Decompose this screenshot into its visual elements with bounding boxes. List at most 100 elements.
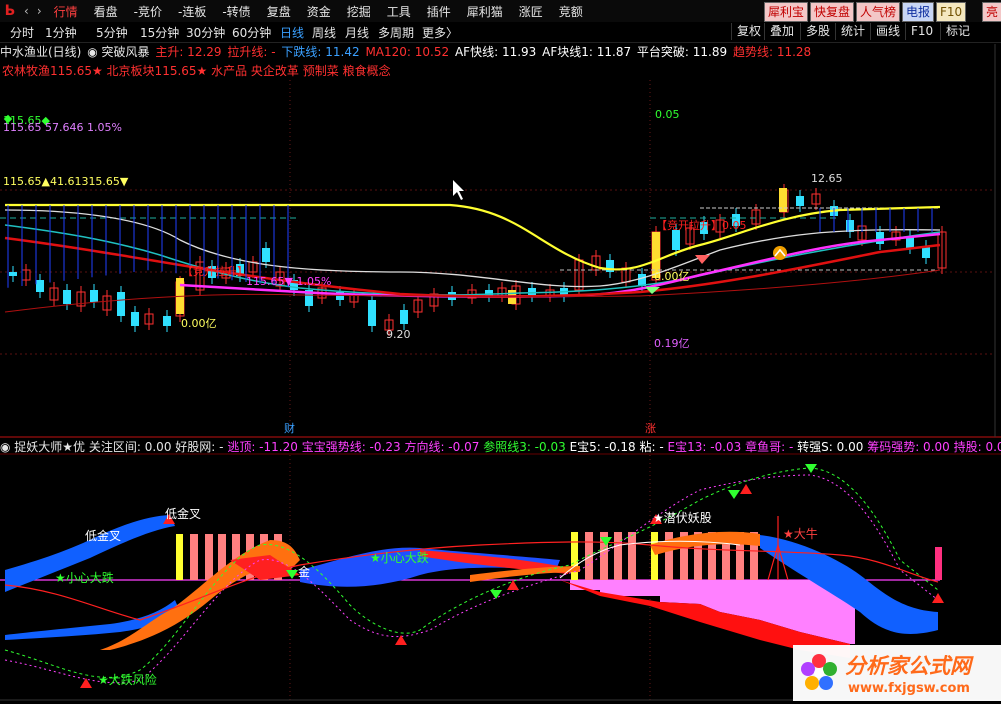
signal-bar [652, 232, 660, 278]
menu-convertible[interactable]: -转债 [214, 3, 258, 20]
label-caution-2: ★小心大跌 [370, 550, 429, 565]
period-30min[interactable]: 30分钟 [186, 24, 225, 41]
menu-limit-up[interactable]: -连板 [170, 3, 214, 20]
candle-body [290, 280, 298, 290]
menu-jing-e[interactable]: 竞额 [551, 3, 591, 20]
menu-zhangjiang[interactable]: 涨匠 [511, 3, 551, 20]
label-pct1: 115.65▼ 1.05% [246, 275, 331, 288]
menu-mining[interactable]: 挖掘 [339, 3, 379, 20]
label-tag2: 【竞开拉升】0.05 [656, 218, 747, 232]
period-multi[interactable]: 多周期 [378, 24, 414, 41]
candle-body [638, 274, 646, 286]
menu-quotes[interactable]: 行情 [46, 3, 86, 20]
signal-bar [779, 188, 787, 212]
candle-body [317, 287, 327, 299]
toolbar-multistock[interactable]: 多股 [800, 23, 835, 40]
candle-body [9, 272, 17, 276]
candle-body [305, 290, 313, 306]
candle-body [846, 220, 854, 232]
diamond-green-icon [645, 287, 660, 294]
indicator-header-lower: ◉ 捉妖大师★优 关注区间: 0.00 好股网: - 逃顶: -11.20 宝宝… [0, 438, 1001, 454]
candle-body [163, 316, 171, 326]
candle-body [21, 269, 31, 281]
candle-body [349, 293, 359, 303]
histogram-bar [600, 532, 608, 580]
period-timeshare[interactable]: 分时 [10, 24, 34, 41]
top-button-0[interactable]: 犀利宝 [764, 2, 809, 22]
toolbar-draw[interactable]: 画线 [870, 23, 905, 40]
period-monthly[interactable]: 月线 [345, 24, 369, 41]
magenta-line [179, 232, 941, 298]
cyan-line [4, 224, 941, 296]
indicator-item-2: 好股网: - [175, 440, 224, 454]
forward-arrow-icon[interactable]: › [33, 4, 46, 18]
histogram-bar [736, 532, 744, 580]
red-trend-line [4, 236, 941, 298]
stock-chart: 115.65◆ 115.65 57.646 1.05% 115.65▲41.61… [0, 44, 1001, 700]
menu-review[interactable]: 复盘 [259, 3, 299, 20]
candle-body [922, 246, 930, 258]
candle-body [467, 289, 477, 299]
top-button-4[interactable]: F10 [936, 2, 967, 22]
toolbar-adjust[interactable]: 复权 [731, 23, 766, 40]
period-toolbar: 分时 1分钟 5分钟 15分钟 30分钟 60分钟 日线 周线 月线 多周期 更… [0, 22, 1001, 43]
candle-body [906, 236, 914, 248]
label-high: 12.65 [811, 172, 843, 185]
top-button-1[interactable]: 快复盘 [810, 2, 855, 22]
candle-body [221, 267, 231, 279]
candle-body [248, 261, 258, 273]
indicator-item-5: 方向线: -0.07 [404, 440, 480, 454]
histogram-bar [628, 532, 636, 580]
top-button-3[interactable]: 电报 [902, 2, 935, 22]
candle-body [90, 290, 98, 302]
watermark-url: www.fxjgsw.com [848, 681, 970, 696]
menu-watch[interactable]: 看盘 [86, 3, 126, 20]
histogram-bar [585, 532, 593, 580]
histogram-bar [722, 532, 730, 580]
period-15min[interactable]: 15分钟 [140, 24, 179, 41]
label-tl2: 115.65 57.646 1.05% [3, 121, 122, 134]
candle-body [876, 232, 884, 244]
period-weekly[interactable]: 周线 [312, 24, 336, 41]
period-5min[interactable]: 5分钟 [96, 24, 128, 41]
candle-body [195, 261, 205, 291]
indicator-item-0: ◉ 捉妖大师★优 [0, 440, 86, 454]
candle-body [275, 271, 285, 287]
toolbar-stats[interactable]: 统计 [835, 23, 870, 40]
app-logo-icon[interactable]: Ь [0, 2, 20, 20]
candle-body [63, 290, 71, 304]
toolbar-f10[interactable]: F10 [905, 23, 938, 40]
back-arrow-icon[interactable]: ‹ [20, 4, 33, 18]
candle-body [857, 225, 867, 241]
top-button-2[interactable]: 人气榜 [856, 2, 901, 22]
candle-body [485, 290, 493, 296]
candle-body [208, 266, 216, 278]
period-more[interactable]: 更多〉 [422, 24, 458, 41]
candle-body [448, 292, 456, 300]
period-60min[interactable]: 60分钟 [232, 24, 271, 41]
menu-tools[interactable]: 工具 [379, 3, 419, 20]
period-1min[interactable]: 1分钟 [45, 24, 77, 41]
menu-plugins[interactable]: 插件 [419, 3, 459, 20]
diamond-icon [695, 255, 710, 264]
candle-body [700, 222, 708, 234]
menu-xili-cat[interactable]: 犀利猫 [459, 3, 511, 20]
menu-funds[interactable]: 资金 [299, 3, 339, 20]
histogram-bar [614, 532, 622, 580]
top-button-5[interactable]: 亮点 [982, 2, 1001, 37]
candle-body [591, 255, 601, 271]
toolbar-mark[interactable]: 标记 [940, 23, 975, 40]
candle-body [891, 231, 901, 241]
toolbar-overlay[interactable]: 叠加 [764, 23, 799, 40]
yellow-line [5, 203, 941, 271]
period-daily[interactable]: 日线 [280, 24, 304, 41]
candle-body [76, 291, 86, 307]
indicator-item-10: 章鱼哥: - [745, 440, 794, 454]
label-caution-1: ★小心大跌 [55, 570, 114, 585]
candle-body [796, 196, 804, 206]
candle-body [685, 227, 695, 245]
signal-bar [508, 290, 516, 304]
up-chevron-icon [773, 246, 787, 260]
label-crash-risk: ★大跌风险 [98, 672, 157, 687]
menu-auction[interactable]: -竞价 [126, 3, 170, 20]
